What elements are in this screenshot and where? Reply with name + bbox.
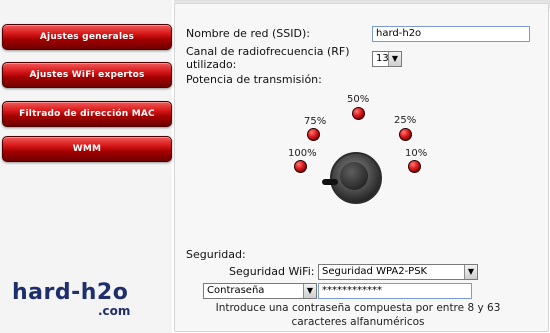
power-led-100-icon[interactable] [294,160,307,173]
nav-button-ajustes-generales[interactable]: Ajustes generales [2,24,172,50]
power-level-25-label: 25% [394,115,417,126]
chevron-down-icon: ▼ [303,284,316,298]
power-level-100-label: 100% [288,148,317,159]
ssid-input[interactable]: hard-h2o [372,26,530,42]
dial-pointer-icon [322,179,338,185]
security-wifi-value: Seguridad WPA2-PSK [322,266,428,277]
channel-label: Canal de radiofrecuencia (RF) utilizado: [186,45,350,71]
password-input[interactable]: ************ [318,283,472,299]
security-wifi-label: Seguridad WiFi: [229,265,315,278]
power-level-50-label: 50% [347,94,370,105]
channel-select[interactable]: 13 ▼ [372,51,402,67]
nav-button-ajustes-wifi-expertos[interactable]: Ajustes WiFi expertos [2,62,172,88]
chevron-down-icon: ▼ [464,265,477,279]
power-led-10-icon[interactable] [408,160,421,173]
nav-button-wmm[interactable]: WMM [2,136,172,162]
password-hint: Introduce una contraseña compuesta por e… [215,302,501,328]
chevron-down-icon: ▼ [388,52,401,66]
nav-button-filtrado-mac[interactable]: Filtrado de dirección MAC [2,101,172,127]
logo-text: hard-h2o [12,280,129,305]
power-level-75-label: 75% [304,116,327,127]
logo-suffix: .com [98,304,131,318]
power-led-50-icon[interactable] [352,107,365,120]
power-led-25-icon[interactable] [399,128,412,141]
key-type-select[interactable]: Contraseña ▼ [203,283,317,299]
site-logo: hard-h2o .com [12,280,130,318]
dial-center-icon [340,162,368,190]
power-led-75-icon[interactable] [307,128,320,141]
security-section-label: Seguridad: [186,248,246,261]
ssid-label: Nombre de red (SSID): [186,27,310,40]
power-level-10-label: 10% [405,148,428,159]
security-wifi-select[interactable]: Seguridad WPA2-PSK ▼ [318,264,478,280]
power-label: Potencia de transmisión: [186,73,322,86]
channel-value: 13 [376,53,389,64]
key-type-value: Contraseña [207,285,265,296]
